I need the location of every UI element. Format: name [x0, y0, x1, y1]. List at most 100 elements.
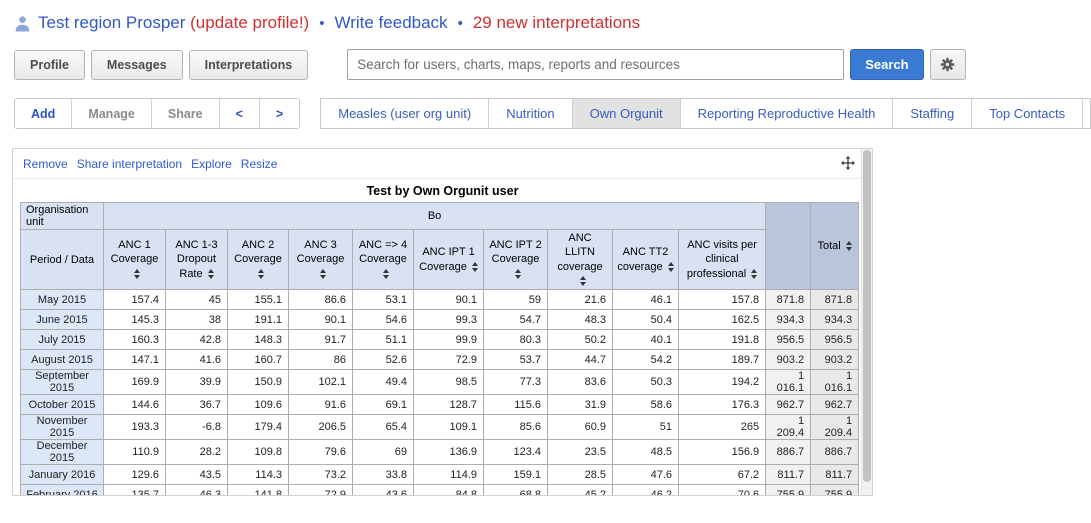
settings-button[interactable] [930, 49, 966, 80]
column-header[interactable]: ANC 1 Coverage [104, 230, 166, 290]
sort-icon[interactable] [846, 241, 852, 251]
tab-measles-user-org-unit-[interactable]: Measles (user org unit) [321, 99, 488, 128]
sort-icon[interactable] [258, 269, 264, 279]
sort-icon[interactable] [580, 276, 586, 286]
table-row: November 2015 193.3-6.8179.4206.565.4109… [21, 415, 859, 440]
write-feedback-link[interactable]: Write feedback [334, 13, 447, 33]
value-cell: 83.6 [548, 370, 613, 395]
search-button[interactable]: Search [850, 49, 923, 80]
value-cell: 85.6 [484, 415, 548, 440]
column-header[interactable]: ANC visits per clinical professional [679, 230, 766, 290]
value-cell: 38 [166, 310, 228, 330]
sort-down-icon [134, 275, 140, 279]
column-header[interactable]: ANC TT2 coverage [613, 230, 679, 290]
profile-name-link[interactable]: Test region Prosper [38, 13, 185, 32]
column-header[interactable]: ANC IPT 1 Coverage [414, 230, 484, 290]
sort-icon[interactable] [208, 269, 214, 279]
update-profile-notice[interactable]: (update profile!) [190, 13, 309, 32]
sort-down-icon [580, 282, 586, 286]
value-cell: 69 [353, 440, 414, 465]
value-cell: 28.5 [548, 465, 613, 485]
period-cell: August 2015 [21, 350, 104, 370]
sort-up-icon [320, 269, 326, 273]
value-cell: 141.8 [228, 485, 289, 496]
sort-down-icon [383, 275, 389, 279]
action-button[interactable]: Share [151, 99, 219, 128]
sort-icon[interactable] [751, 269, 757, 279]
sort-down-icon [208, 275, 214, 279]
value-cell: 128.7 [414, 395, 484, 415]
pivot-widget: RemoveShare interpretationExploreResize … [12, 148, 873, 496]
widget-link[interactable]: Share interpretation [77, 157, 182, 171]
widget-link[interactable]: Explore [191, 157, 232, 171]
table-row: May 2015 157.445155.186.653.190.15921.64… [21, 290, 859, 310]
tab-top-contacts[interactable]: Top Contacts [971, 99, 1082, 128]
sort-icon[interactable] [383, 269, 389, 279]
value-cell: 147.1 [104, 350, 166, 370]
value-cell: 123.4 [484, 440, 548, 465]
value-cell: 46.3 [166, 485, 228, 496]
value-cell: 191.8 [679, 330, 766, 350]
value-cell: 60.9 [548, 415, 613, 440]
total-cell: 934.3 [811, 310, 859, 330]
value-cell: 144.6 [104, 395, 166, 415]
sort-icon[interactable] [134, 269, 140, 279]
column-header[interactable]: ANC IPT 2 Coverage [484, 230, 548, 290]
value-cell: 160.7 [228, 350, 289, 370]
toolbar-button[interactable]: Profile [14, 50, 85, 80]
subtotal-cell: 1 209.4 [766, 415, 811, 440]
period-cell: October 2015 [21, 395, 104, 415]
table-row: October 2015 144.636.7109.691.669.1128.7… [21, 395, 859, 415]
sort-icon[interactable] [515, 269, 521, 279]
widget-link[interactable]: Resize [241, 157, 278, 171]
total-column-header[interactable]: Total [811, 203, 859, 290]
sort-icon[interactable] [320, 269, 326, 279]
org-unit-header[interactable]: Bo [104, 203, 766, 230]
value-cell: -6.8 [166, 415, 228, 440]
table-body: May 2015 157.445155.186.653.190.15921.64… [21, 290, 859, 496]
tab-reporting-reproductive-health[interactable]: Reporting Reproductive Health [680, 99, 893, 128]
profile-header: Test region Prosper (update profile!) • … [0, 0, 1091, 33]
new-interpretations-link[interactable]: 29 new interpretations [473, 13, 640, 33]
action-button[interactable]: < [219, 99, 259, 128]
sort-up-icon [751, 269, 757, 273]
toolbar-button[interactable]: Interpretations [189, 50, 309, 80]
value-cell: 72.9 [414, 350, 484, 370]
value-cell: 150.9 [228, 370, 289, 395]
widget-link[interactable]: Remove [23, 157, 68, 171]
tab-staffing[interactable]: Staffing [892, 99, 971, 128]
value-cell: 46.2 [613, 485, 679, 496]
value-cell: 206.5 [289, 415, 353, 440]
value-cell: 114.9 [414, 465, 484, 485]
search-input[interactable] [347, 49, 844, 80]
subtotal-cell: 903.2 [766, 350, 811, 370]
action-button[interactable]: Manage [71, 99, 151, 128]
sort-down-icon [472, 268, 478, 272]
action-button[interactable]: > [259, 99, 299, 128]
value-cell: 145.3 [104, 310, 166, 330]
column-header[interactable]: ANC => 4 Coverage [353, 230, 414, 290]
value-cell: 51.1 [353, 330, 414, 350]
toolbar-button[interactable]: Messages [91, 50, 183, 80]
column-header[interactable]: ANC 2 Coverage [228, 230, 289, 290]
column-label: ANC 2 Coverage [234, 239, 282, 265]
value-cell: 169.9 [104, 370, 166, 395]
vertical-scrollbar[interactable] [861, 149, 872, 495]
tab-visits-anc[interactable]: Visits ANC [1082, 99, 1091, 128]
move-icon[interactable] [841, 156, 855, 175]
value-cell: 45.2 [548, 485, 613, 496]
column-header[interactable]: ANC LLITN coverage [548, 230, 613, 290]
column-header[interactable]: ANC 3 Coverage [289, 230, 353, 290]
sort-icon[interactable] [668, 262, 674, 272]
action-button[interactable]: Add [15, 99, 71, 128]
value-cell: 159.1 [484, 465, 548, 485]
tab-own-orgunit[interactable]: Own Orgunit [572, 99, 680, 128]
scrollbar-thumb[interactable] [863, 150, 871, 482]
value-cell: 102.1 [289, 370, 353, 395]
sort-down-icon [320, 275, 326, 279]
value-cell: 41.6 [166, 350, 228, 370]
value-cell: 50.4 [613, 310, 679, 330]
tab-nutrition[interactable]: Nutrition [488, 99, 571, 128]
column-header[interactable]: ANC 1-3 Dropout Rate [166, 230, 228, 290]
sort-icon[interactable] [472, 262, 478, 272]
